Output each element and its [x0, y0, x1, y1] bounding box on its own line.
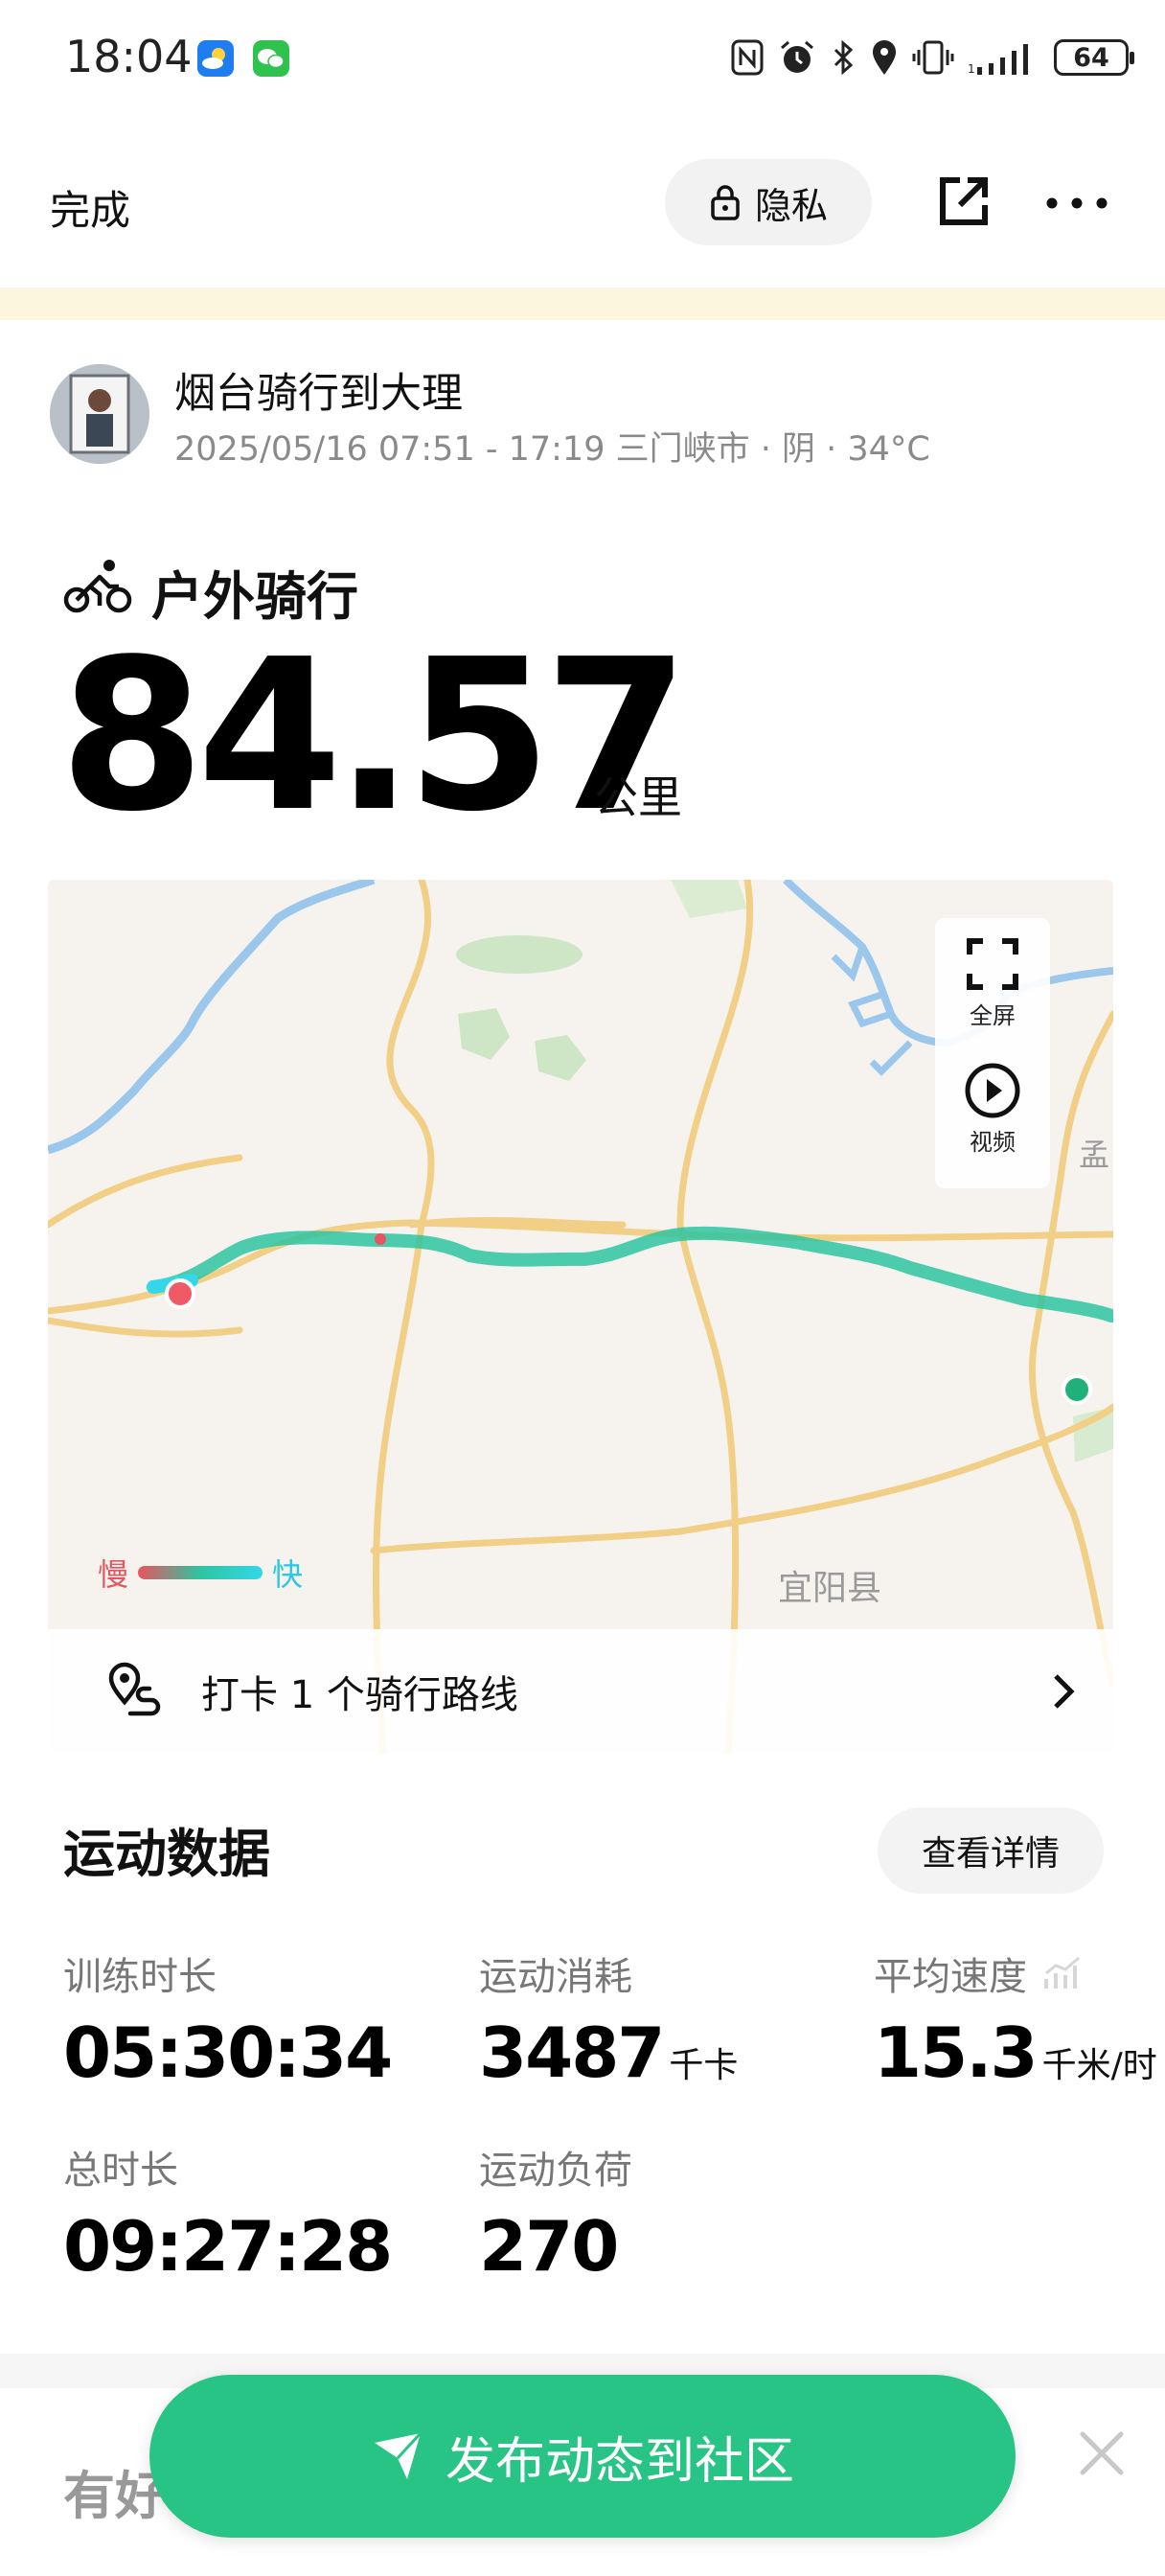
- legend-slow: 慢: [98, 1556, 129, 1593]
- distance-unit: 公里: [594, 771, 682, 823]
- location-icon: [873, 40, 896, 75]
- stat-avg-speed: 平均速度 15.3 千米/时: [874, 1945, 1157, 2093]
- privacy-button[interactable]: 隐私: [665, 159, 872, 245]
- stat-value: 3487: [479, 2012, 665, 2093]
- map-river: [48, 880, 376, 1155]
- bicycle-icon: [63, 560, 132, 613]
- stat-value: 15.3: [874, 2012, 1039, 2093]
- activity-subtitle: 2025/05/16 07:51 - 17:19 三门峡市 · 阴 · 34°C: [174, 430, 930, 469]
- map-park: [535, 1035, 586, 1081]
- map-park: [671, 880, 747, 918]
- map-park: [458, 1008, 510, 1060]
- stat-value: 09:27:28: [63, 2206, 393, 2287]
- play-icon: [965, 1063, 1020, 1118]
- fullscreen-button[interactable]: 全屏: [935, 937, 1050, 1030]
- fullscreen-icon: [967, 938, 1018, 990]
- distance-value: 84.57: [59, 615, 690, 858]
- video-button[interactable]: 视频: [935, 1062, 1050, 1157]
- route-path: [147, 1226, 1113, 1322]
- legend-gradient-bar: [138, 1566, 263, 1579]
- signal-icon: 1: [968, 44, 1028, 76]
- stat-load: 运动负荷 270: [479, 2139, 632, 2287]
- stat-label: 运动负荷: [479, 2149, 632, 2193]
- publish-to-community-button[interactable]: 发布动态到社区: [149, 2375, 1016, 2538]
- chart-icon: [1044, 1956, 1080, 1989]
- speed-legend: 慢 快: [98, 1551, 303, 1595]
- section-title: 运动数据: [63, 1824, 270, 1884]
- privacy-label: 隐私: [754, 184, 828, 227]
- stat-total-time: 总时长 09:27:28: [63, 2139, 393, 2287]
- chevron-right-icon: [1054, 1674, 1075, 1709]
- map-edge-label: 孟: [1079, 1137, 1110, 1173]
- route-pin-icon: [108, 1662, 161, 1716]
- legend-fast: 快: [272, 1556, 304, 1593]
- publish-label: 发布动态到社区: [445, 2432, 794, 2491]
- stat-unit: 千米/时: [1041, 2046, 1157, 2085]
- stat-label: 平均速度: [874, 1955, 1027, 1999]
- route-checkin-row[interactable]: 打卡 1 个骑行路线: [48, 1629, 1113, 1754]
- stat-unit: 千卡: [669, 2046, 739, 2085]
- alarm-icon: [781, 40, 813, 73]
- stat-training-time: 训练时长 05:30:34: [63, 1945, 393, 2093]
- route-map[interactable]: 宜阳县 孟 全屏 视频 慢 快 打卡 1 个骑行路线: [48, 880, 1113, 1754]
- avatar[interactable]: [50, 364, 149, 464]
- nfc-icon: [731, 39, 764, 76]
- map-place-label: 宜阳县: [778, 1569, 882, 1608]
- battery-icon: 64: [1054, 39, 1134, 76]
- notice-banner: [0, 288, 1165, 320]
- weather-app-icon: [197, 40, 234, 77]
- stat-label: 训练时长: [63, 1955, 217, 1999]
- stat-calories: 运动消耗 3487 千卡: [479, 1945, 738, 2093]
- view-details-button[interactable]: 查看详情: [878, 1807, 1104, 1894]
- lock-icon: [711, 185, 740, 220]
- svg-text:1: 1: [968, 62, 975, 76]
- close-icon[interactable]: [1075, 2426, 1129, 2480]
- stat-label: 运动消耗: [479, 1955, 632, 1999]
- more-icon[interactable]: [1044, 180, 1109, 226]
- wechat-icon: [253, 40, 289, 77]
- stat-value: 05:30:34: [63, 2012, 393, 2093]
- video-label: 视频: [970, 1129, 1016, 1156]
- done-button[interactable]: 完成: [50, 178, 130, 237]
- map-park: [456, 935, 582, 974]
- route-start-marker: [165, 1278, 195, 1309]
- fullscreen-label: 全屏: [970, 1002, 1016, 1029]
- route-slow-marker: [375, 1233, 386, 1245]
- bluetooth-icon: [834, 39, 854, 76]
- route-checkin-label: 打卡 1 个骑行路线: [201, 1673, 518, 1717]
- stat-label: 总时长: [63, 2149, 178, 2193]
- route-end-marker: [1062, 1374, 1092, 1405]
- status-time: 18:04: [65, 31, 193, 82]
- status-icons: 1 64: [730, 33, 1134, 82]
- send-icon: [374, 2431, 423, 2479]
- vibrate-icon: [912, 40, 954, 75]
- activity-title: 烟台骑行到大理: [174, 370, 463, 418]
- stat-value: 270: [479, 2206, 619, 2287]
- map-controls: 全屏 视频: [935, 918, 1050, 1188]
- share-icon[interactable]: [935, 172, 993, 230]
